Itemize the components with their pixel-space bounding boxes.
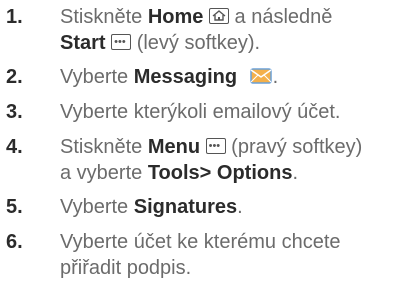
softkey-icon: ••• — [205, 138, 226, 154]
step-number: 5. — [6, 196, 23, 218]
step-text: Vyberte kterýkoli emailový účet. — [60, 101, 341, 123]
softkey-icon: ••• — [111, 34, 132, 50]
step-number: 1. — [6, 6, 23, 28]
step-number: 6. — [6, 231, 23, 253]
step-text: Stiskněte Menu ••• (pravý softkey) a vyb… — [60, 136, 363, 184]
step-number: 4. — [6, 136, 23, 158]
step-text: Stiskněte Home a následně Start ••• (lev… — [60, 6, 333, 54]
step-text: Vyberte účet ke kterému chcete přiřadit … — [60, 231, 341, 279]
messaging-envelope-icon — [249, 68, 272, 84]
step-number: 2. — [6, 66, 23, 88]
step-text: Vyberte Signatures. — [60, 196, 243, 218]
step-number: 3. — [6, 101, 23, 123]
home-key-icon — [208, 8, 229, 24]
step-text: Vyberte Messaging . — [60, 66, 279, 88]
